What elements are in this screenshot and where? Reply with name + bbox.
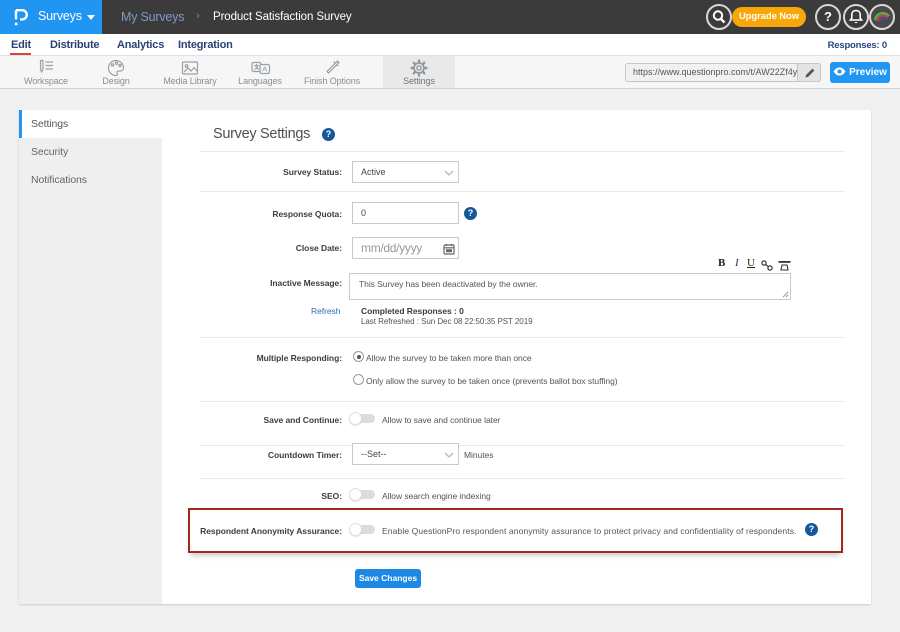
svg-text:A: A <box>262 65 267 74</box>
